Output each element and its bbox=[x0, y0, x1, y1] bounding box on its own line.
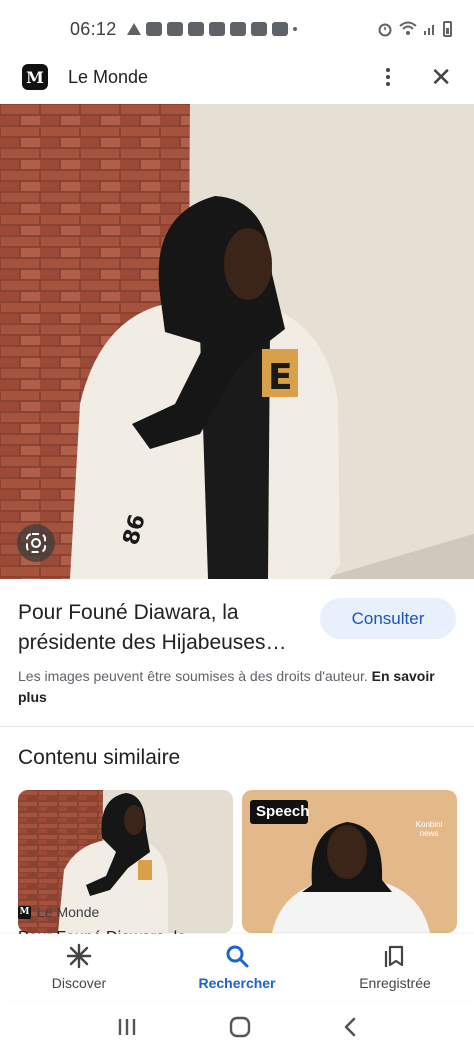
le-monde-logo: M bbox=[22, 64, 48, 90]
youtube-icon bbox=[145, 22, 162, 36]
more-dot-icon bbox=[292, 27, 297, 31]
telegram-icon bbox=[126, 23, 141, 35]
notification-icons bbox=[126, 22, 297, 36]
copyright-text: Les images peuvent être soumises à des d… bbox=[18, 668, 368, 684]
youtube-icon bbox=[166, 22, 183, 36]
bottom-navigation: Discover Rechercher Enregistrée bbox=[0, 934, 474, 1000]
result-title[interactable]: Pour Founé Diawara, la présidente des Hi… bbox=[18, 598, 308, 658]
home-icon[interactable] bbox=[229, 1016, 251, 1038]
alarm-icon bbox=[378, 23, 392, 37]
open-button[interactable]: Consulter bbox=[320, 598, 456, 639]
source-name[interactable]: Le Monde bbox=[68, 67, 148, 88]
recent-apps-icon[interactable] bbox=[116, 1017, 138, 1037]
nav-saved-label: Enregistrée bbox=[359, 975, 431, 991]
twitter-icon bbox=[250, 22, 267, 36]
linkedin-icon bbox=[229, 22, 246, 36]
similar-source-name: Le Monde bbox=[37, 904, 100, 920]
section-title: Contenu similaire bbox=[18, 746, 181, 769]
photo-woman-in-hijab: E 86 bbox=[0, 104, 474, 579]
lens-search-button[interactable] bbox=[17, 524, 55, 562]
status-bar: 06:12 bbox=[0, 0, 474, 58]
divider bbox=[0, 726, 474, 727]
speech-badge: Speech bbox=[256, 803, 310, 820]
konbini-logo: Konbini news bbox=[415, 820, 443, 838]
status-time: 06:12 bbox=[70, 18, 117, 39]
hero-image[interactable]: E 86 bbox=[0, 104, 474, 579]
nav-search-label: Rechercher bbox=[198, 975, 276, 991]
signal-icon bbox=[424, 25, 434, 35]
lens-icon bbox=[26, 533, 46, 553]
gmail-icon bbox=[208, 22, 225, 36]
le-monde-mini-logo: M bbox=[18, 905, 31, 919]
system-navigation bbox=[0, 1000, 474, 1053]
nav-saved[interactable]: Enregistrée bbox=[320, 943, 470, 991]
system-icons bbox=[377, 21, 452, 37]
nav-search[interactable]: Rechercher bbox=[162, 943, 312, 991]
battery-icon bbox=[443, 21, 452, 37]
linkedin-icon bbox=[271, 22, 288, 36]
wifi-icon bbox=[399, 21, 417, 35]
copyright-notice: Les images peuvent être soumises à des d… bbox=[18, 666, 448, 708]
app-header: M Le Monde ✕ bbox=[0, 52, 474, 102]
back-icon[interactable] bbox=[342, 1016, 358, 1038]
asterisk-icon bbox=[66, 943, 92, 969]
svg-text:E: E bbox=[268, 357, 293, 398]
nav-discover[interactable]: Discover bbox=[4, 943, 154, 991]
similar-item-2[interactable]: Speech Konbini news bbox=[242, 790, 457, 933]
search-icon bbox=[226, 945, 249, 968]
nav-discover-label: Discover bbox=[51, 975, 107, 991]
bookmarks-icon bbox=[384, 945, 404, 967]
close-icon[interactable]: ✕ bbox=[430, 64, 452, 90]
more-options-icon[interactable] bbox=[378, 68, 398, 86]
instagram-icon bbox=[187, 22, 204, 36]
similar-item-source: M Le Monde bbox=[18, 904, 99, 920]
